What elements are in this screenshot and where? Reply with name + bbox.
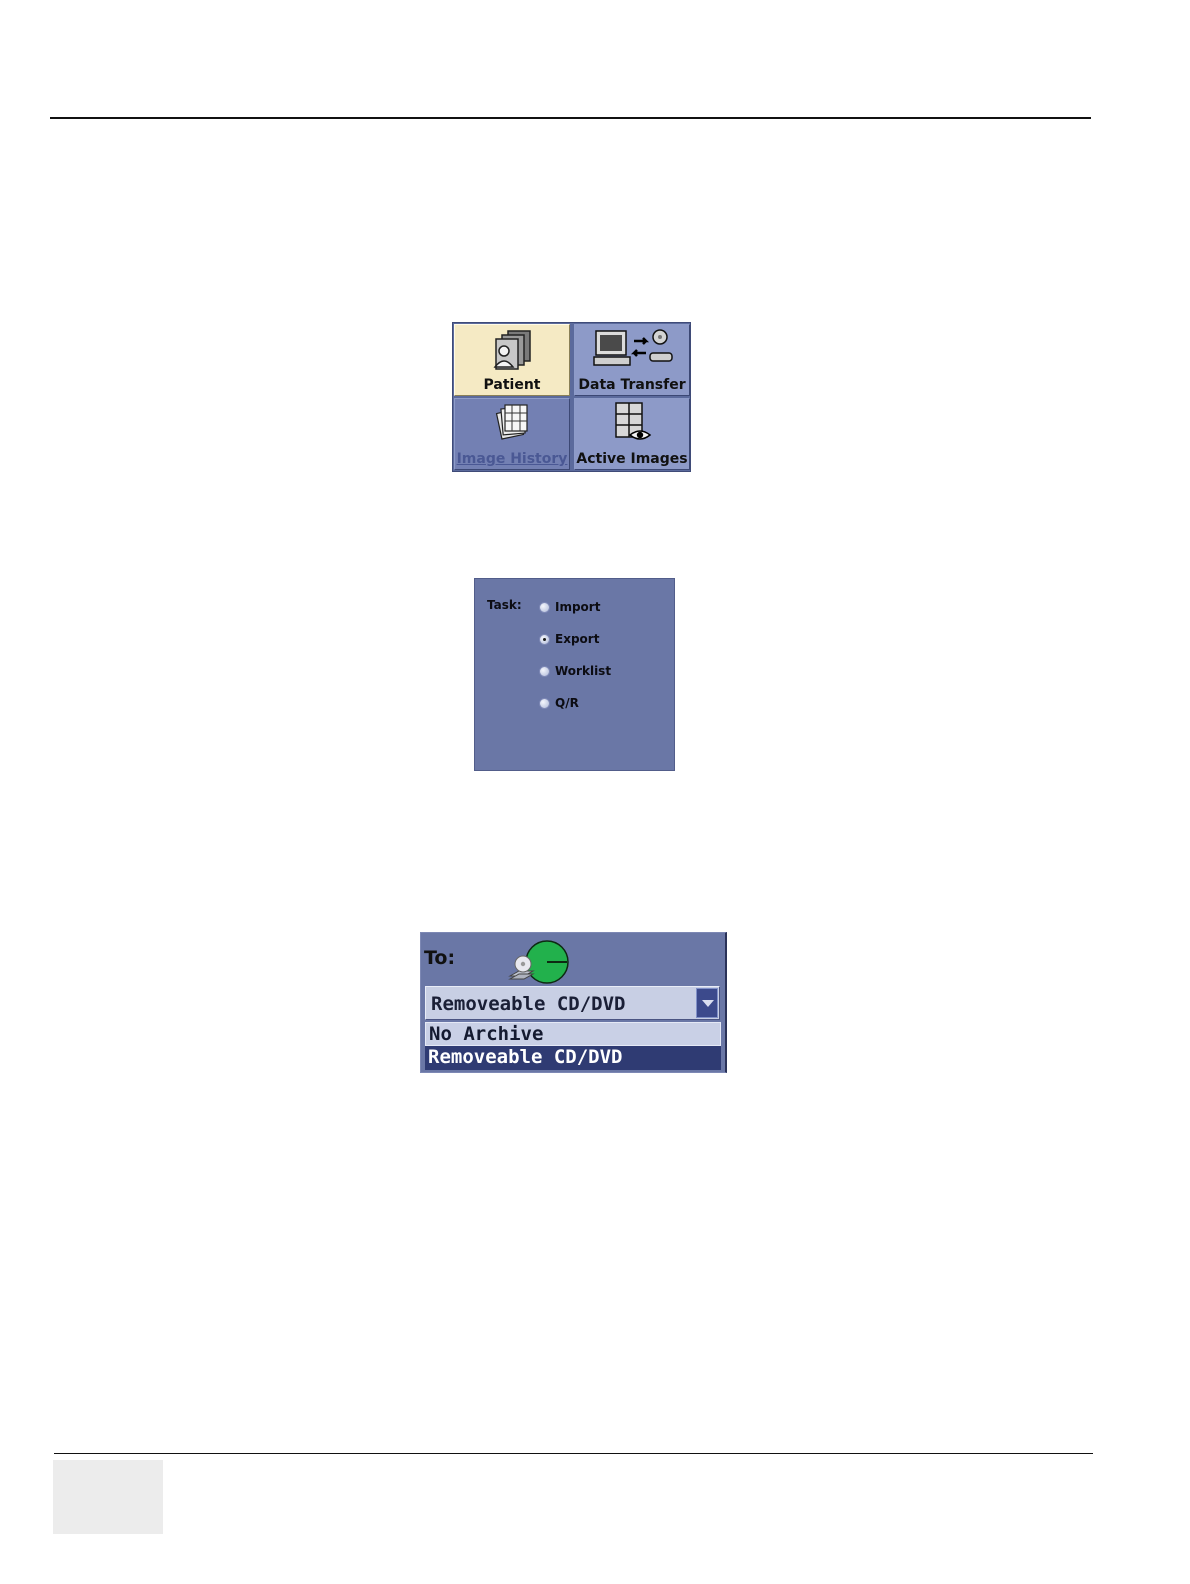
- qr-label: Q/R: [555, 696, 579, 710]
- active-images-button[interactable]: Active Images: [574, 398, 690, 470]
- task-option-export[interactable]: Export: [539, 631, 599, 647]
- task-option-worklist[interactable]: Worklist: [539, 663, 611, 679]
- active-images-icon: [575, 401, 689, 447]
- header-rule: [50, 117, 1091, 119]
- data-transfer-icon: [575, 327, 689, 373]
- worklist-label: Worklist: [555, 664, 612, 678]
- removable-media-capacity-icon: [505, 936, 569, 986]
- option-no-archive[interactable]: No Archive: [425, 1022, 721, 1046]
- image-history-label: Image History: [456, 451, 568, 467]
- destination-options-list: No Archive Removeable CD/DVD: [425, 1022, 721, 1070]
- data-transfer-button[interactable]: Data Transfer: [574, 324, 690, 396]
- image-history-icon: [455, 401, 569, 447]
- import-radio[interactable]: [539, 601, 550, 613]
- data-transfer-label: Data Transfer: [578, 377, 686, 393]
- export-label: Export: [555, 632, 600, 646]
- footer-rule: [54, 1453, 1093, 1454]
- task-panel: Task: Import Export Worklist Q/R: [474, 578, 675, 771]
- task-option-import[interactable]: Import: [539, 599, 600, 615]
- export-radio[interactable]: [539, 633, 550, 645]
- main-menu-grid: Patient Data Transfer Image History Acti…: [452, 322, 691, 472]
- patient-button[interactable]: Patient: [454, 324, 570, 396]
- footer-page-box: [53, 1460, 163, 1534]
- worklist-radio[interactable]: [539, 665, 550, 677]
- destination-dropdown[interactable]: Removeable CD/DVD: [425, 986, 720, 1020]
- task-option-qr[interactable]: Q/R: [539, 695, 579, 711]
- qr-radio[interactable]: [539, 697, 550, 709]
- to-label: To:: [424, 947, 456, 969]
- patient-folders-icon: [455, 327, 569, 373]
- destination-selected-value: Removeable CD/DVD: [431, 993, 626, 1015]
- patient-label: Patient: [483, 377, 541, 393]
- import-label: Import: [555, 600, 601, 614]
- option-removeable-cd-dvd[interactable]: Removeable CD/DVD: [425, 1046, 721, 1070]
- image-history-button[interactable]: Image History: [454, 398, 570, 470]
- chevron-down-icon[interactable]: [696, 988, 718, 1018]
- destination-panel: To: Removeable CD/DVD No Archive Removea…: [420, 932, 727, 1073]
- active-images-label: Active Images: [576, 451, 688, 467]
- task-label: Task:: [487, 598, 522, 612]
